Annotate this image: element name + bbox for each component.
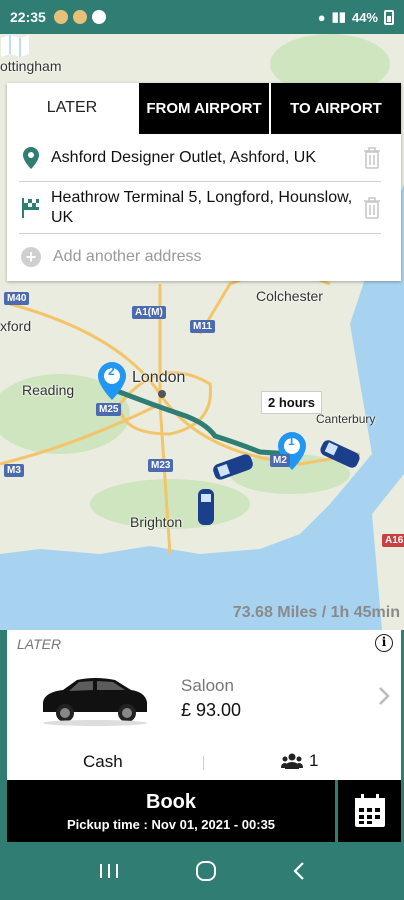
system-nav-bar (0, 842, 404, 900)
info-icon[interactable]: i (375, 634, 393, 652)
distance-summary: 73.68 Miles / 1h 45min (232, 604, 400, 621)
status-time: 22:35 (10, 9, 46, 25)
people-icon (281, 753, 303, 769)
checkered-flag-icon (19, 197, 43, 219)
status-right: ● ▮▮ 44% (318, 9, 394, 25)
pin-number-pickup: 1 (288, 434, 295, 448)
location-icon: ● (317, 9, 326, 25)
passenger-number: 1 (309, 751, 319, 770)
notification-icons (53, 10, 106, 24)
trash-icon[interactable] (363, 196, 381, 219)
app-icon (72, 10, 87, 24)
pickup-address-row[interactable]: Ashford Designer Outlet, Ashford, UK (19, 134, 381, 182)
booking-mode-label: LATER (17, 636, 62, 652)
road-shield: A16 (382, 534, 404, 547)
pickup-time: Pickup time : Nov 01, 2021 - 00:35 (66, 816, 276, 832)
add-address-row[interactable]: + Add another address (19, 234, 401, 280)
pickup-address[interactable]: Ashford Designer Outlet, Ashford, UK (51, 148, 363, 168)
map-label: Colchester (256, 288, 323, 304)
chevron-right-icon[interactable] (377, 686, 391, 706)
sync-icon (91, 10, 106, 24)
recent-apps-icon[interactable] (98, 862, 120, 880)
add-icon: + (21, 247, 41, 267)
map-label: London (132, 369, 186, 386)
quote-panel: LATER i Saloon £ 93.00 Cash 1 (7, 630, 401, 780)
payment-method[interactable]: Cash (83, 752, 123, 772)
tab-from-airport[interactable]: FROM AIRPORT (139, 83, 269, 134)
battery-text: 44% (351, 9, 378, 25)
road-shield: A1(M) (132, 306, 166, 319)
back-icon[interactable] (292, 861, 306, 881)
tab-later[interactable]: LATER (7, 83, 137, 134)
road-shield: M3 (4, 464, 24, 477)
add-address-label[interactable]: Add another address (53, 248, 202, 266)
calendar-icon (354, 794, 385, 827)
road-shield: M40 (4, 292, 30, 305)
road-shield: M23 (148, 459, 174, 472)
location-pin-icon (19, 146, 43, 169)
booking-card: LATER FROM AIRPORT TO AIRPORT Ashford De… (7, 83, 401, 281)
taxi-marker (198, 489, 214, 525)
trash-icon[interactable] (363, 146, 381, 169)
divider (203, 756, 204, 770)
vehicle-type: Saloon (181, 676, 234, 695)
booking-tabs: LATER FROM AIRPORT TO AIRPORT (7, 83, 401, 134)
road-shield: M2 (270, 454, 290, 467)
passenger-count[interactable]: 1 (281, 751, 318, 771)
map-label: Brighton (130, 514, 183, 530)
book-label: Book (146, 790, 196, 813)
dropoff-address[interactable]: Heathrow Terminal 5, Longford, Hounslow,… (51, 188, 363, 228)
tab-to-airport[interactable]: TO AIRPORT (271, 83, 401, 134)
road-shield: M25 (96, 403, 122, 416)
dropoff-address-row[interactable]: Heathrow Terminal 5, Longford, Hounslow,… (19, 182, 381, 234)
notification-icon (53, 10, 68, 24)
map-label: xford (0, 318, 32, 334)
map-label: Canterbury (316, 412, 376, 426)
pin-number-dropoff: 2 (108, 364, 115, 378)
car-image (43, 678, 147, 726)
battery-icon (384, 9, 394, 25)
home-icon[interactable] (195, 860, 217, 882)
map-label: Reading (22, 382, 75, 398)
eta-badge: 2 hours (261, 391, 322, 414)
book-button[interactable]: Book Pickup time : Nov 01, 2021 - 00:35 (7, 780, 335, 842)
schedule-button[interactable] (338, 780, 401, 842)
road-shield: M11 (190, 320, 215, 333)
signal-icon: ▮▮ (331, 9, 346, 24)
map-label: ottingham (0, 58, 62, 74)
vehicle-price: £ 93.00 (181, 700, 242, 720)
status-bar: 22:35 ● ▮▮ 44% (0, 0, 404, 34)
map-view-icon[interactable] (0, 34, 30, 58)
